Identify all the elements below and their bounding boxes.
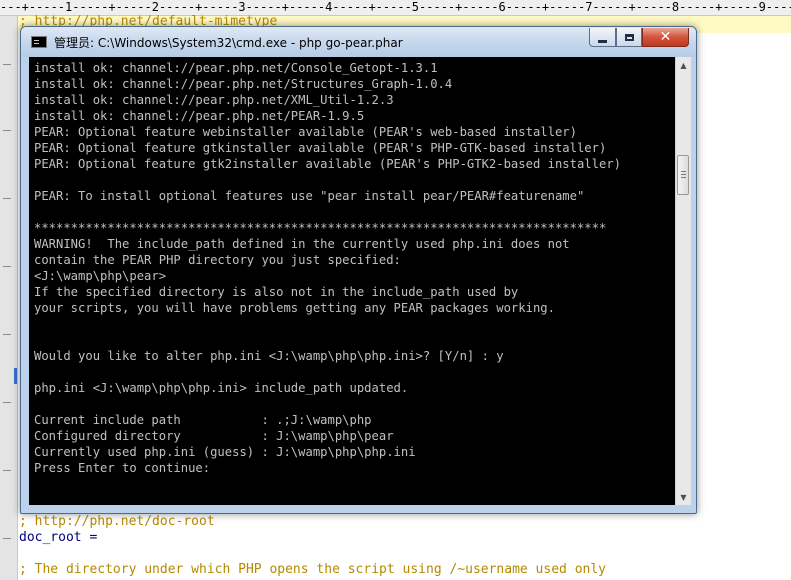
gutter-marker: [3, 334, 11, 335]
console-line: <J:\wamp\php\pear>: [34, 269, 167, 283]
editor-line[interactable]: ; http://php.net/doc-root: [19, 513, 215, 530]
close-icon: ✕: [659, 29, 672, 45]
gutter-marker: [3, 130, 11, 131]
console-output[interactable]: install ok: channel://pear.php.net/Conso…: [29, 57, 675, 505]
console-line: php.ini <J:\wamp\php\php.ini> include_pa…: [34, 381, 409, 395]
console-line: PEAR: Optional feature gtk2installer ava…: [34, 157, 621, 171]
window-titlebar[interactable]: 管理员: C:\Windows\System32\cmd.exe - php g…: [21, 27, 696, 57]
console-line: install ok: channel://pear.php.net/Conso…: [34, 61, 438, 75]
console-line: PEAR: Optional feature gtkinstaller avai…: [34, 141, 607, 155]
cmd-icon[interactable]: [31, 36, 47, 48]
editor-line[interactable]: doc_root =: [19, 529, 97, 546]
maximize-button[interactable]: [616, 28, 642, 47]
console-line: PEAR: Optional feature webinstaller avai…: [34, 125, 577, 139]
console-line: install ok: channel://pear.php.net/PEAR-…: [34, 109, 365, 123]
window-title: 管理员: C:\Windows\System32\cmd.exe - php g…: [54, 36, 403, 50]
scroll-down-arrow-icon[interactable]: ▼: [676, 489, 691, 505]
cmd-window[interactable]: 管理员: C:\Windows\System32\cmd.exe - php g…: [20, 26, 697, 514]
console-line: Press Enter to continue:: [34, 461, 211, 475]
console-line: your scripts, you will have problems get…: [34, 301, 555, 315]
maximize-icon: [624, 33, 634, 41]
console-line: Currently used php.ini (guess) : J:\wamp…: [34, 445, 416, 459]
gutter-marker: [3, 470, 11, 471]
console-line: install ok: channel://pear.php.net/Struc…: [34, 77, 453, 91]
console-line: PEAR: To install optional features use "…: [34, 189, 585, 203]
editor-gutter: [0, 16, 18, 580]
console-line: If the specified directory is also not i…: [34, 285, 519, 299]
close-button[interactable]: ✕: [642, 28, 689, 47]
console-line: WARNING! The include_path defined in the…: [34, 237, 570, 251]
minimize-icon: [598, 39, 607, 43]
gutter-marker: [3, 198, 11, 199]
console-line: Current include path : .;J:\wamp\php: [34, 413, 372, 427]
scrollbar-thumb[interactable]: [677, 155, 689, 195]
minimize-button[interactable]: [589, 28, 616, 47]
console-line: Configured directory : J:\wamp\php\pear: [34, 429, 394, 443]
gutter-marker: [3, 402, 11, 403]
gutter-marker: [3, 266, 11, 267]
console-line: ****************************************…: [34, 221, 607, 235]
console-line: Would you like to alter php.ini <J:\wamp…: [34, 349, 504, 363]
console-line: install ok: channel://pear.php.net/XML_U…: [34, 93, 394, 107]
gutter-marker: [3, 538, 11, 539]
gutter-bookmark: [14, 368, 17, 384]
console-line: contain the PEAR PHP directory you just …: [34, 253, 401, 267]
scroll-up-arrow-icon[interactable]: ▲: [676, 57, 691, 73]
scrollbar-grip-icon: [681, 171, 686, 172]
vertical-scrollbar[interactable]: ▲ ▼: [675, 57, 691, 505]
gutter-marker: [3, 64, 11, 65]
editor-line[interactable]: ; The directory under which PHP opens th…: [19, 561, 606, 578]
